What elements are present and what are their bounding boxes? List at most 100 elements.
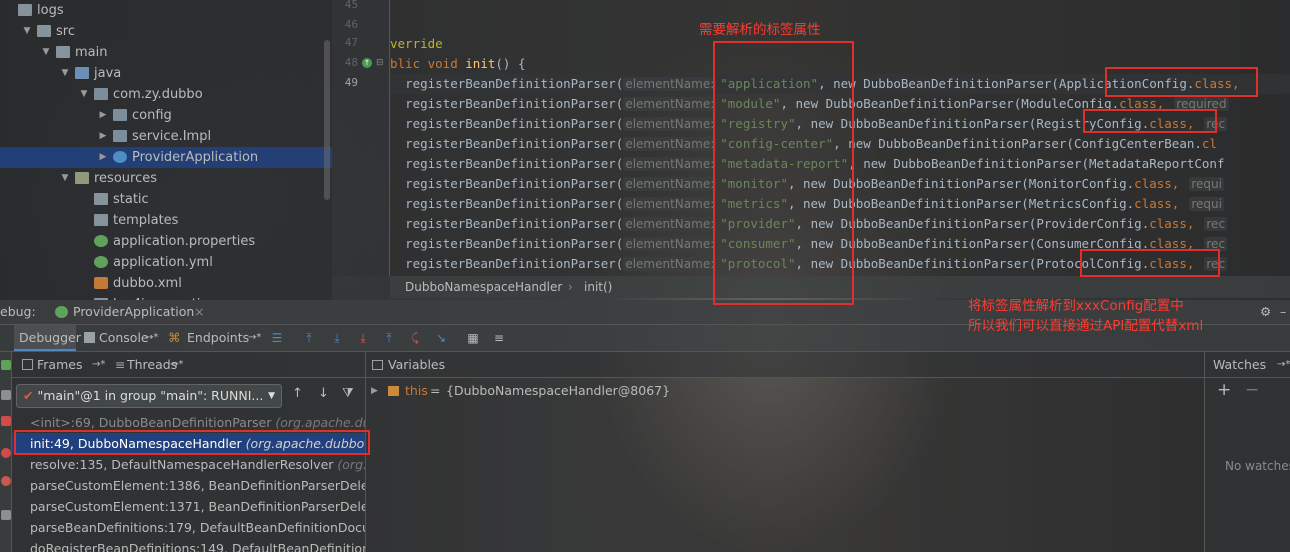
variable-name: this — [405, 383, 428, 398]
threads-pin-icon[interactable]: →* — [170, 352, 183, 378]
tree-item-label: main — [75, 45, 108, 60]
thread-select[interactable]: ✔ "main"@1 in group "main": RUNNI... ▼ — [16, 384, 282, 408]
debug-side-toolbar — [0, 352, 12, 552]
tree-item[interactable]: ▶ service.Impl — [0, 126, 332, 147]
tree-item[interactable]: ▼ java — [0, 63, 332, 84]
stack-frame-method: resolve:135, DefaultNamespaceHandlerReso… — [30, 457, 334, 472]
annotation-note-line1: 将标签属性解析到xxxConfig配置中 — [968, 298, 1184, 314]
override-marker-icon[interactable]: ↑ — [362, 58, 372, 68]
trace-icon[interactable]: ≡ — [492, 331, 506, 345]
endpoints-pin-icon[interactable]: →* — [248, 325, 261, 351]
annotation-box-element-names — [713, 41, 854, 305]
endpoints-icon: ⌘ — [168, 330, 181, 345]
camera-icon[interactable] — [1, 510, 11, 520]
tree-item-label: java — [94, 66, 122, 81]
spring-boot-run-icon — [55, 306, 68, 318]
tree-item-label: static — [113, 192, 149, 207]
run-to-cursor-icon[interactable]: ↘ — [434, 331, 448, 345]
tab-endpoints[interactable]: ⌘ Endpoints →* — [168, 325, 266, 351]
view-breakpoints-icon[interactable] — [1, 448, 11, 458]
breadcrumb-method[interactable]: init() — [584, 276, 612, 298]
fold-icon[interactable]: ⊟ — [376, 58, 384, 68]
step-out-icon[interactable]: ⤒ — [382, 331, 396, 345]
class-keyword: class, — [1134, 196, 1180, 211]
project-tree[interactable]: logs ▼ src ▼ main ▼ java ▼ com.zy.dubbo ▶ config ▶ s… — [0, 0, 332, 300]
tab-debugger-label: Debugger — [19, 330, 81, 345]
remove-watch-icon[interactable]: − — [1245, 380, 1259, 400]
filter-icon[interactable]: ⧩ — [342, 386, 354, 401]
tree-item[interactable]: dubbo.xml — [0, 273, 332, 294]
chevron-down-icon[interactable]: ▼ — [60, 168, 70, 189]
force-step-into-icon[interactable]: ⤓ — [356, 331, 370, 345]
arrow-up-icon[interactable]: ↑ — [292, 386, 303, 401]
line-number: 47 — [344, 36, 358, 49]
class-keyword: cl — [1201, 136, 1217, 151]
tree-item[interactable]: ▼ main — [0, 42, 332, 63]
frames-pin-icon[interactable]: →* — [92, 352, 105, 378]
chevron-down-icon[interactable]: ▼ — [22, 21, 32, 42]
stack-frame-method: parseCustomElement:1386, BeanDefinitionP… — [30, 478, 366, 493]
expand-arrow-icon[interactable]: ▶ — [371, 380, 378, 402]
breadcrumb-class[interactable]: DubboNamespaceHandler — [405, 276, 562, 298]
close-icon[interactable]: × — [194, 300, 204, 324]
tree-item-label: src — [56, 24, 75, 39]
chevron-right-icon[interactable]: ▶ — [98, 147, 108, 168]
stop-icon[interactable] — [1, 416, 11, 426]
stack-frame[interactable]: parseCustomElement:1386, BeanDefinitionP… — [12, 475, 366, 496]
stack-frame-package: (org.apache.dubbo — [275, 415, 365, 430]
tree-item[interactable]: templates — [0, 210, 332, 231]
watches-pin-icon[interactable]: →* — [1277, 352, 1290, 378]
run-config-tab[interactable]: ProviderApplication — [73, 300, 194, 324]
source-folder-icon — [75, 67, 89, 79]
tree-item-label: logs — [37, 3, 64, 18]
folder-icon — [56, 46, 70, 58]
chevron-down-icon[interactable]: ▼ — [79, 84, 89, 105]
evaluate-expression-icon[interactable]: ▦ — [466, 331, 480, 345]
tree-scrollbar[interactable] — [324, 40, 330, 200]
console-pin-icon[interactable]: →* — [145, 325, 158, 351]
variable-row-this[interactable]: ▶ this = {DubboNamespaceHandler@8067} — [366, 380, 966, 402]
tree-item[interactable]: ▼ resources — [0, 168, 332, 189]
tree-item[interactable]: application.properties — [0, 231, 332, 252]
tree-item[interactable]: application.yml — [0, 252, 332, 273]
chevron-down-icon[interactable]: ▼ — [60, 63, 70, 84]
stack-frame[interactable]: doRegisterBeanDefinitions:149, DefaultBe… — [12, 538, 365, 552]
tree-item[interactable]: ▶ config — [0, 105, 332, 126]
threads-layout-icon[interactable]: ☰ — [270, 331, 284, 345]
tree-item[interactable]: ▼ src — [0, 21, 332, 42]
tab-frames[interactable]: Frames — [37, 352, 82, 378]
tab-console[interactable]: Console →* — [82, 325, 162, 351]
xml-file-icon — [94, 277, 108, 289]
tab-debugger[interactable]: Debugger — [14, 325, 81, 351]
stack-frame[interactable]: parseCustomElement:1371, BeanDefinitionP… — [12, 496, 365, 517]
step-over-icon[interactable]: ⤓ — [330, 331, 344, 345]
stack-frame[interactable]: parseBeanDefinitions:179, DefaultBeanDef… — [12, 517, 365, 538]
hide-icon[interactable]: – — [1280, 300, 1286, 324]
stack-frame[interactable]: resolve:135, DefaultNamespaceHandlerReso… — [12, 454, 365, 475]
spring-boot-class-icon — [113, 151, 127, 163]
tree-item[interactable]: ▶ ProviderApplication — [0, 147, 332, 168]
tree-item[interactable]: static — [0, 189, 332, 210]
tree-item[interactable]: ▼ com.zy.dubbo — [0, 84, 332, 105]
line-number: 46 — [344, 18, 358, 31]
drop-frame-icon[interactable]: ⤹ — [408, 331, 422, 345]
add-watch-icon[interactable]: + — [1217, 380, 1231, 400]
folder-icon — [37, 25, 51, 37]
chevron-down-icon[interactable]: ▼ — [41, 42, 51, 63]
watches-title: Watches — [1213, 357, 1267, 372]
mute-breakpoints-icon[interactable] — [1, 476, 11, 486]
frames-panel-header: Frames →* ≡ Threads →* — [12, 352, 365, 378]
gear-icon[interactable]: ⚙ — [1260, 300, 1271, 324]
pause-icon[interactable] — [1, 390, 11, 400]
line-number: 45 — [344, 0, 358, 11]
show-execution-point-icon[interactable]: ⤒ — [302, 331, 316, 345]
resume-icon[interactable] — [1, 360, 11, 370]
chevron-right-icon[interactable]: ▶ — [98, 105, 108, 126]
stack-frame-method: <init>:69, DubboBeanDefinitionParser — [30, 415, 272, 430]
chevron-right-icon[interactable]: ▶ — [98, 126, 108, 147]
arrow-down-icon[interactable]: ↓ — [318, 386, 329, 401]
tree-item[interactable]: logs — [0, 0, 332, 21]
no-watches-text: No watches — [1225, 459, 1290, 473]
